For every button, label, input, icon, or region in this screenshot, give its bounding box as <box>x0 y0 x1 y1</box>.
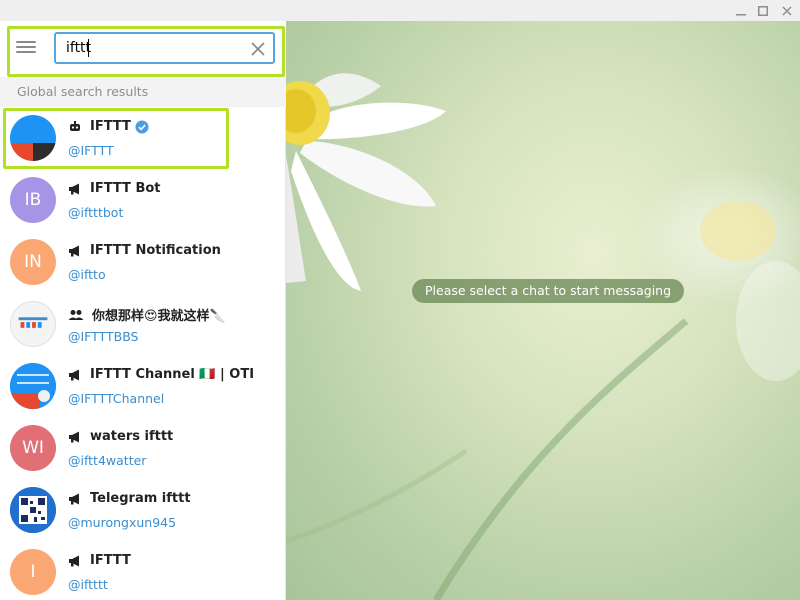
megaphone-icon <box>69 493 79 504</box>
result-title-text: IFTTT Notification <box>90 243 221 258</box>
result-title: IFTTT <box>68 119 149 134</box>
search-bar: ifttt <box>0 21 286 77</box>
result-username: @iftttbot <box>68 205 124 220</box>
minimize-icon[interactable] <box>730 0 752 21</box>
group-icon <box>68 309 84 320</box>
result-title: Telegram ifttt <box>68 491 191 506</box>
megaphone-icon <box>69 555 79 566</box>
text-caret <box>88 39 89 57</box>
close-icon[interactable] <box>776 0 798 21</box>
result-title: 你想那样😍我就这样🔪 <box>68 305 226 324</box>
search-result-item[interactable]: IB IFTTT Bot @iftttbot <box>0 169 286 231</box>
empty-state-message: Please select a chat to start messaging <box>412 279 685 303</box>
result-title-text: Telegram ifttt <box>90 491 191 506</box>
search-field[interactable]: ifttt <box>54 32 275 64</box>
search-result-item[interactable]: WI waters ifttt @iftt4watter <box>0 417 286 479</box>
maximize-icon[interactable] <box>752 0 774 21</box>
result-title: IFTTT Channel 🇮🇹 | OTI <box>68 367 254 382</box>
bot-icon <box>70 120 80 131</box>
result-username: @murongxun945 <box>68 515 177 530</box>
result-username: @IFTTT <box>68 143 114 158</box>
result-title-text: IFTTT <box>90 553 131 568</box>
megaphone-icon <box>69 431 79 442</box>
avatar <box>10 115 56 161</box>
verified-badge-icon <box>135 120 149 133</box>
section-label: Global search results <box>0 77 286 107</box>
search-result-item[interactable]: I IFTTT @iftttt <box>0 541 286 600</box>
search-result-item[interactable]: IN IFTTT Notification @iftto <box>0 231 286 293</box>
result-username: @IFTTTBBS <box>68 329 139 344</box>
result-title-text: 你想那样😍我就这样🔪 <box>92 309 226 324</box>
result-username: @IFTTTChannel <box>68 391 165 406</box>
result-title: IFTTT <box>68 553 131 568</box>
result-username: @iftttt <box>68 577 108 592</box>
megaphone-icon <box>69 369 79 380</box>
search-result-item[interactable]: Telegram ifttt @murongxun945 <box>0 479 286 541</box>
avatar: IN <box>10 239 56 285</box>
avatar: IB <box>10 177 56 223</box>
megaphone-icon <box>69 245 79 256</box>
result-username: @iftt4watter <box>68 453 147 468</box>
chat-view: Please select a chat to start messaging <box>286 21 800 600</box>
megaphone-icon <box>69 183 79 194</box>
chat-sidebar: ifttt Global search results IFTTT @IFTTT… <box>0 21 286 600</box>
result-title-text: IFTTT Bot <box>90 181 161 196</box>
search-result-item[interactable]: IFTTT Channel 🇮🇹 | OTI @IFTTTChannel <box>0 355 286 417</box>
search-result-item[interactable]: IFTTT @IFTTT <box>0 107 286 169</box>
result-username: @iftto <box>68 267 106 282</box>
result-title-text: IFTTT <box>90 119 131 134</box>
avatar: WI <box>10 425 56 471</box>
result-title-text: IFTTT Channel 🇮🇹 | OTI <box>90 367 255 382</box>
result-title: waters ifttt <box>68 429 173 444</box>
hamburger-menu-icon[interactable] <box>16 39 36 55</box>
window-titlebar <box>0 0 800 21</box>
result-title: IFTTT Bot <box>68 181 161 196</box>
search-result-item[interactable]: 你想那样😍我就这样🔪 @IFTTTBBS <box>0 293 286 355</box>
result-title-text: waters ifttt <box>90 429 174 444</box>
avatar: I <box>10 549 56 595</box>
avatar <box>10 363 56 409</box>
avatar <box>10 487 56 533</box>
avatar <box>10 301 56 347</box>
result-title: IFTTT Notification <box>68 243 221 258</box>
clear-search-icon[interactable] <box>249 40 267 58</box>
background-image <box>286 73 800 600</box>
